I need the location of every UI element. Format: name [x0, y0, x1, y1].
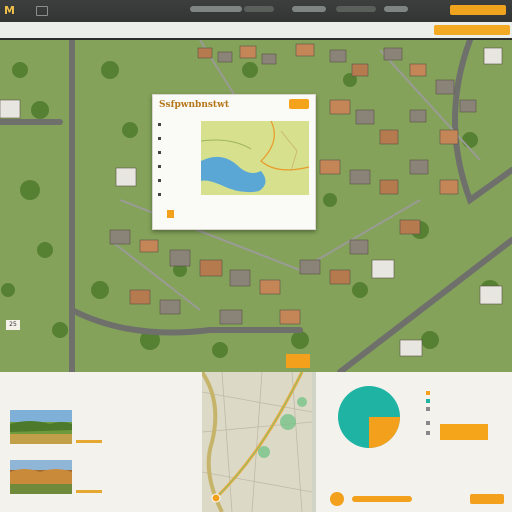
map-action-button[interactable] [286, 354, 310, 368]
card-detail-row [158, 177, 198, 185]
list-item[interactable] [8, 410, 198, 444]
card-detail-row [158, 149, 198, 157]
listing-tag [76, 490, 102, 493]
bullet-icon [158, 192, 161, 196]
pie-slice-secondary [369, 417, 400, 448]
card-detail-list [158, 121, 198, 205]
card-footer [163, 210, 309, 222]
legend-item [426, 390, 486, 396]
route-map-canvas[interactable] [202, 372, 312, 512]
listing-thumbnail [10, 410, 72, 444]
toolbar-control[interactable] [190, 6, 242, 12]
legend-swatch [426, 399, 430, 403]
highlight-bar [440, 424, 488, 440]
toolbar-control[interactable] [336, 6, 376, 12]
menu-icon[interactable] [36, 6, 48, 16]
card-close-button[interactable] [289, 99, 309, 109]
map-zoom-level: 25 [6, 320, 20, 330]
bullet-icon [158, 178, 161, 182]
location-info-card[interactable]: Ssfpwnbnstwt [152, 94, 316, 230]
toolbar-control[interactable] [292, 6, 326, 12]
listing-panel [0, 372, 202, 512]
card-detail-row [158, 163, 198, 171]
toolbar-control[interactable] [244, 6, 274, 12]
card-detail-row [158, 121, 198, 129]
legend-swatch [426, 431, 430, 435]
toolbar-control[interactable] [384, 6, 408, 12]
bottom-right-button[interactable] [470, 494, 504, 504]
search-button[interactable] [434, 25, 510, 35]
map-view[interactable]: Ssfpwnbnstwt [0, 40, 512, 372]
mini-map-canvas [201, 121, 309, 195]
route-map-panel[interactable] [202, 372, 312, 512]
listing-tag [76, 440, 102, 443]
legend-swatch [426, 391, 430, 395]
card-detail-row [158, 191, 198, 199]
card-detail-row [158, 135, 198, 143]
card-title: Ssfpwnbnstwt [159, 100, 229, 110]
stats-pie-chart [338, 386, 400, 448]
action-circle-button[interactable] [330, 492, 344, 506]
app-logo: M [4, 4, 15, 17]
action-bar[interactable] [352, 496, 412, 502]
card-mini-map[interactable] [201, 121, 309, 195]
legend-item [426, 406, 486, 412]
list-item[interactable] [8, 460, 198, 494]
primary-action-button[interactable] [450, 5, 506, 15]
listing-thumbnail [10, 460, 72, 494]
legend-swatch [426, 421, 430, 425]
bullet-icon [158, 122, 161, 126]
bullet-icon [158, 150, 161, 154]
location-marker-icon [167, 210, 174, 218]
bullet-icon [158, 164, 161, 168]
legend-swatch [426, 407, 430, 411]
legend-item [426, 398, 486, 404]
bullet-icon [158, 136, 161, 140]
